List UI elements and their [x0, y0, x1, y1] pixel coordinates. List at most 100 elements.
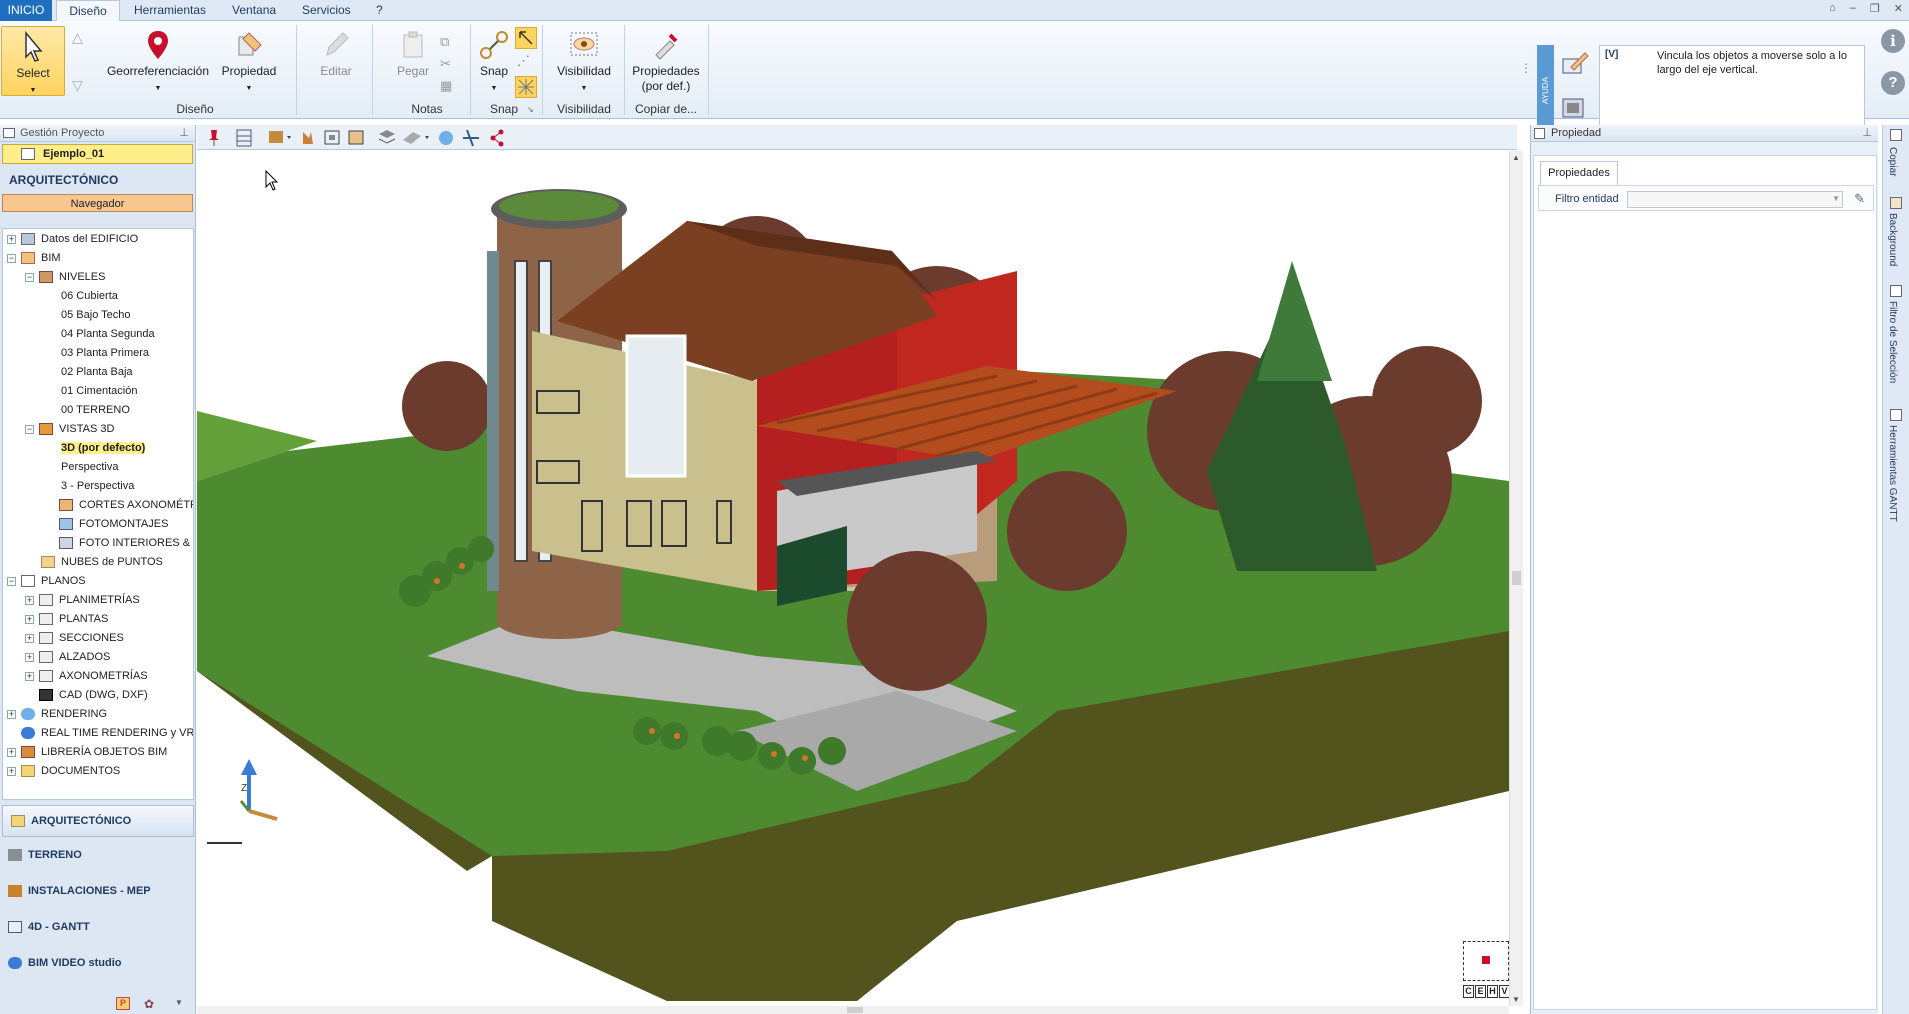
ribbon-grip-icon[interactable]: ⋮ [1520, 61, 1532, 75]
collapse-icon[interactable]: − [25, 425, 34, 434]
3d-viewport[interactable]: Z C E H V [197, 151, 1509, 1006]
navigator-header[interactable]: Navegador [2, 194, 193, 212]
paste-button[interactable]: Pegar [390, 29, 436, 79]
tab-ventana[interactable]: Ventana [224, 0, 284, 21]
visibility-button[interactable]: Visibilidad ▼ [550, 29, 618, 93]
help-tab[interactable]: AYUDA [1537, 45, 1554, 137]
view-button-v[interactable]: V [1499, 985, 1509, 998]
tree-item-perspective-3[interactable]: 3 - Perspectiva [61, 478, 134, 495]
close-icon[interactable]: ✕ [1894, 2, 1903, 18]
pin-icon[interactable]: ⊥ [179, 125, 189, 142]
view-cube-center[interactable] [1482, 956, 1490, 964]
layers-icon[interactable] [378, 130, 396, 144]
hscroll-thumb[interactable] [847, 1007, 863, 1013]
view-button-e[interactable]: E [1475, 985, 1486, 998]
project-selector[interactable]: Ejemplo_01 [2, 144, 193, 164]
help-question-icon[interactable]: ? [1881, 71, 1905, 95]
property-button[interactable]: Propiedad ▼ [216, 29, 282, 93]
grid-icon[interactable]: ▦ [440, 75, 452, 97]
horizontal-scrollbar[interactable] [197, 1006, 1509, 1014]
snap-button[interactable]: Snap ▼ [474, 29, 514, 93]
expand-icon[interactable]: + [7, 748, 16, 757]
copy-icon[interactable]: ⧉ [440, 31, 452, 53]
tree-item-level[interactable]: 06 Cubierta [61, 288, 118, 305]
collapse-ribbon-icon[interactable]: ⌂ [1829, 2, 1836, 18]
entity-filter-select[interactable]: ▼ [1627, 191, 1843, 208]
tab-herramientas[interactable]: Herramientas [126, 0, 214, 21]
help-edit-icon[interactable] [1561, 51, 1589, 80]
side-tab-filtro[interactable]: Filtro de Selección [1887, 301, 1898, 383]
dialog-launcher-icon[interactable]: ↘ [527, 105, 534, 114]
p-icon[interactable]: P [116, 997, 130, 1010]
georeferencing-button[interactable]: Georreferenciación ▼ [106, 29, 210, 93]
expand-icon[interactable]: + [25, 653, 34, 662]
tab-inicio[interactable]: INICIO [0, 0, 52, 21]
tree-item-level[interactable]: 05 Bajo Techo [61, 307, 131, 324]
collapse-icon[interactable]: − [7, 577, 16, 586]
collapse-icon[interactable]: − [25, 273, 34, 282]
module-menu-arrow-icon[interactable]: ▼ [175, 998, 183, 1007]
expand-icon[interactable]: + [25, 672, 34, 681]
minimize-icon[interactable]: – [1850, 2, 1856, 18]
tree-item-level[interactable]: 04 Planta Segunda [61, 326, 155, 343]
side-tab-gantt[interactable]: Herramientas GANTT [1887, 425, 1898, 522]
share-icon[interactable] [490, 129, 504, 147]
module-arquitectonico[interactable]: ARQUITECTÓNICO [2, 805, 194, 837]
walk-icon[interactable] [463, 129, 479, 147]
snap-line-icon[interactable]: ⋰ [517, 53, 530, 69]
zoom-extents-icon[interactable] [348, 130, 364, 145]
tree-item-perspective[interactable]: Perspectiva [61, 459, 118, 476]
levels-view-icon[interactable] [236, 129, 252, 147]
tree-item-level[interactable]: 00 TERRENO [61, 402, 130, 419]
module-mep[interactable]: INSTALACIONES - MEP [0, 873, 196, 909]
pin-icon[interactable]: ⊥ [1862, 125, 1872, 142]
sphere-icon[interactable] [439, 131, 453, 145]
filter-edit-icon[interactable]: ✎ [1854, 191, 1865, 207]
zoom-window-icon[interactable] [324, 130, 340, 145]
expand-icon[interactable]: + [7, 235, 16, 244]
module-terreno[interactable]: TERRENO [0, 837, 196, 873]
scroll-thumb[interactable] [1512, 571, 1521, 585]
module-video[interactable]: BIM VIDEO studio [0, 945, 196, 981]
tab-diseno[interactable]: Diseño [56, 0, 120, 22]
help-video-icon[interactable] [1561, 95, 1589, 124]
view-button-h[interactable]: H [1487, 985, 1498, 998]
snap-grid-toggle[interactable] [515, 76, 537, 98]
cut-icon[interactable]: ✂ [440, 53, 452, 75]
default-properties-button[interactable]: Propiedades (por def.) [628, 29, 704, 94]
tree-item-level[interactable]: 02 Planta Baja [61, 364, 133, 381]
vertical-scrollbar[interactable]: ▲ ▼ [1509, 151, 1523, 1006]
side-tab-background[interactable]: Background [1887, 213, 1898, 266]
view-button-c[interactable]: C [1463, 985, 1474, 998]
edit-button[interactable]: Editar [310, 29, 362, 79]
expand-icon[interactable]: + [7, 710, 16, 719]
expand-icon[interactable]: + [25, 615, 34, 624]
select-button[interactable]: Select ▼ [1, 26, 65, 96]
settings-gear-icon[interactable]: ✿ [144, 997, 154, 1011]
tree-item-level[interactable]: 01 Cimentación [61, 383, 137, 400]
expand-icon[interactable]: + [25, 634, 34, 643]
module-gantt[interactable]: 4D - GANTT [0, 909, 196, 945]
down-arrow-icon[interactable]: ▽ [72, 77, 83, 94]
chevron-down-icon[interactable]: ▼ [1832, 194, 1840, 203]
up-arrow-icon[interactable]: △ [72, 29, 83, 46]
expand-icon[interactable]: + [25, 596, 34, 605]
tab-help[interactable]: ? [368, 0, 391, 21]
scroll-down-icon[interactable]: ▼ [1512, 995, 1520, 1004]
tab-propiedades[interactable]: Propiedades [1540, 161, 1618, 185]
tree-item-3d-default[interactable]: 3D (por defecto) [61, 440, 146, 457]
collapse-icon[interactable]: − [7, 254, 16, 263]
hand-pan-icon[interactable] [303, 132, 313, 144]
pin-view-icon[interactable] [209, 130, 219, 146]
section-plane-icon[interactable] [403, 132, 429, 144]
scroll-up-icon[interactable]: ▲ [1512, 153, 1520, 162]
info-icon[interactable]: i [1881, 29, 1905, 53]
snap-endpoint-toggle[interactable] [515, 27, 537, 49]
tab-servicios[interactable]: Servicios [294, 0, 359, 21]
expand-icon[interactable]: + [7, 767, 16, 776]
side-tab-copiar[interactable]: Copiar [1887, 147, 1898, 176]
render-mode-icon[interactable] [269, 131, 291, 143]
view-cube[interactable] [1463, 941, 1509, 981]
restore-icon[interactable]: ❐ [1870, 2, 1880, 18]
tree-item-level[interactable]: 03 Planta Primera [61, 345, 149, 362]
